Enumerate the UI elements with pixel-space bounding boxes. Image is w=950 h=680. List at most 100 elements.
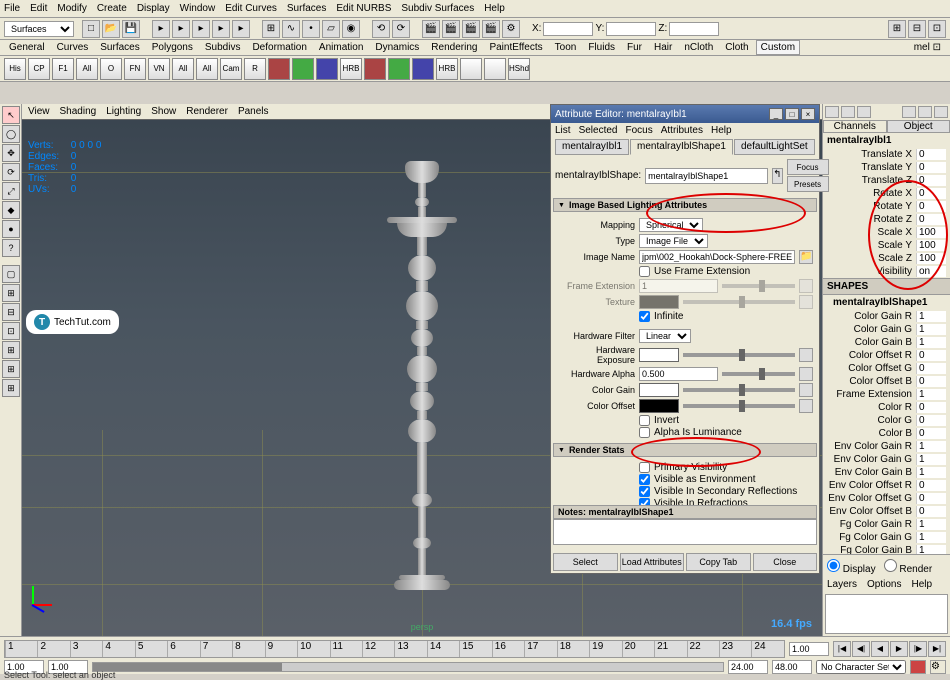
shelf-button[interactable]: HRB [340,58,362,80]
type-select[interactable]: Image File [639,234,708,248]
menu-surfaces[interactable]: Surfaces [287,3,326,14]
character-set-select[interactable]: No Character Set [816,660,906,674]
connect-icon[interactable] [799,383,813,397]
channel-attr[interactable]: Color R0 [823,401,950,414]
shelf-button[interactable]: HRB [436,58,458,80]
notes-field[interactable] [553,519,817,545]
cb-icon[interactable] [857,106,871,118]
shelf-button[interactable] [412,58,434,80]
scale-tool-icon[interactable]: ⤢ [2,182,20,200]
channel-attr[interactable]: Scale Z100 [823,252,950,265]
hw-alpha-slider[interactable] [722,372,795,376]
rotate-tool-icon[interactable]: ⟳ [2,163,20,181]
shelf-tab[interactable]: nCloth [679,40,718,55]
connect-icon[interactable] [799,348,813,362]
current-frame-field[interactable] [789,642,829,656]
render-icon[interactable]: 🎬 [422,20,440,38]
connect-icon[interactable] [799,367,813,381]
shelf-tab[interactable]: General [4,40,50,55]
channel-attr[interactable]: Scale Y100 [823,239,950,252]
menu-edit-nurbs[interactable]: Edit NURBS [336,3,391,14]
render-icon[interactable]: 🎬 [482,20,500,38]
channel-attr[interactable]: Translate Y0 [823,161,950,174]
layers-options[interactable]: Options [867,579,901,590]
go-start-icon[interactable]: |◀ [833,641,851,657]
color-gain-swatch[interactable] [639,383,679,397]
layout-icon[interactable]: ⊞ [2,379,20,397]
module-selector[interactable]: Surfaces [4,21,74,37]
ae-menu-list[interactable]: List [555,125,571,136]
shelf-button[interactable]: His [4,58,26,80]
history-icon[interactable]: ⟲ [372,20,390,38]
layout-icon[interactable]: ⊡ [928,20,946,38]
shelf-tab[interactable]: Cloth [720,40,753,55]
ae-tab[interactable]: mentalrayIblShape1 [630,139,733,155]
mapping-select[interactable]: Spherical [639,218,703,232]
play-fwd-icon[interactable]: ▶ [890,641,908,657]
sel-mask-icon[interactable]: ▸ [232,20,250,38]
channel-attr[interactable]: Env Color Offset R0 [823,479,950,492]
go-end-icon[interactable]: ▶| [928,641,946,657]
hw-exposure-swatch[interactable] [639,348,679,362]
prefs-icon[interactable]: ⚙ [930,660,946,674]
channel-attr[interactable]: Color G0 [823,414,950,427]
channel-attr[interactable]: Rotate Z0 [823,213,950,226]
ae-menu-selected[interactable]: Selected [579,125,618,136]
shelf-button[interactable] [268,58,290,80]
channel-attr[interactable]: Scale X100 [823,226,950,239]
cb-icon[interactable] [934,106,948,118]
shelf-button[interactable] [316,58,338,80]
shelf-button[interactable]: All [76,58,98,80]
shelf-tab[interactable]: PaintEffects [484,40,547,55]
menu-file[interactable]: File [4,3,20,14]
close-button[interactable]: Close [753,553,818,571]
shelf-button[interactable]: O [100,58,122,80]
cb-icon[interactable] [841,106,855,118]
select-button[interactable]: Select [553,553,618,571]
close-icon[interactable]: × [801,108,815,120]
sel-mask-icon[interactable]: ▸ [192,20,210,38]
channel-attr[interactable]: Visibilityon [823,265,950,278]
channel-attr[interactable]: Rotate Y0 [823,200,950,213]
shelf-button[interactable]: CP [28,58,50,80]
z-field[interactable] [669,22,719,36]
channel-attr[interactable]: Frame Extension1 [823,388,950,401]
range-end-field[interactable] [728,660,768,674]
connect-icon[interactable] [799,399,813,413]
step-back-icon[interactable]: ◀| [852,641,870,657]
snap-grid-icon[interactable]: ⊞ [262,20,280,38]
hw-exposure-slider[interactable] [683,353,795,357]
ae-menu-focus[interactable]: Focus [625,125,652,136]
shelf-button[interactable]: Cam [220,58,242,80]
auto-key-icon[interactable] [910,660,926,674]
shelf-tab[interactable]: Animation [314,40,368,55]
go-upstream-icon[interactable]: ↰ [772,168,782,184]
hw-alpha-field[interactable] [639,367,718,381]
render-icon[interactable]: 🎬 [462,20,480,38]
layout-icon[interactable]: ⊟ [2,303,20,321]
ae-titlebar[interactable]: Attribute Editor: mentalrayIbl1 _ □ × [551,105,819,123]
shelf-button[interactable]: R [244,58,266,80]
shelf-button[interactable] [292,58,314,80]
timeline-ruler[interactable]: 123456789101112131415161718192021222324 [4,640,785,658]
channel-attr[interactable]: Color B0 [823,427,950,440]
manip-tool-icon[interactable]: ◆ [2,201,20,219]
open-scene-icon[interactable]: 📂 [102,20,120,38]
channel-attr[interactable]: Env Color Offset G0 [823,492,950,505]
shelf-button[interactable] [388,58,410,80]
primary-vis-checkbox[interactable] [639,462,650,473]
menu-subdiv[interactable]: Subdiv Surfaces [401,3,474,14]
layer-list[interactable] [825,594,948,634]
lasso-tool-icon[interactable]: ◯ [2,125,20,143]
shelf-tab[interactable]: Dynamics [370,40,424,55]
layers-menu[interactable]: Layers [827,579,857,590]
layout-icon[interactable]: ⊞ [2,341,20,359]
new-scene-icon[interactable]: □ [82,20,100,38]
layout-single-icon[interactable]: ▢ [2,265,20,283]
menu-create[interactable]: Create [97,3,127,14]
shelf-tab[interactable]: Curves [52,40,94,55]
ibl-section-header[interactable]: Image Based Lighting Attributes [553,198,817,212]
vp-menu-view[interactable]: View [28,106,50,117]
shelf-tab[interactable]: Rendering [426,40,482,55]
sel-mask-icon[interactable]: ▸ [212,20,230,38]
